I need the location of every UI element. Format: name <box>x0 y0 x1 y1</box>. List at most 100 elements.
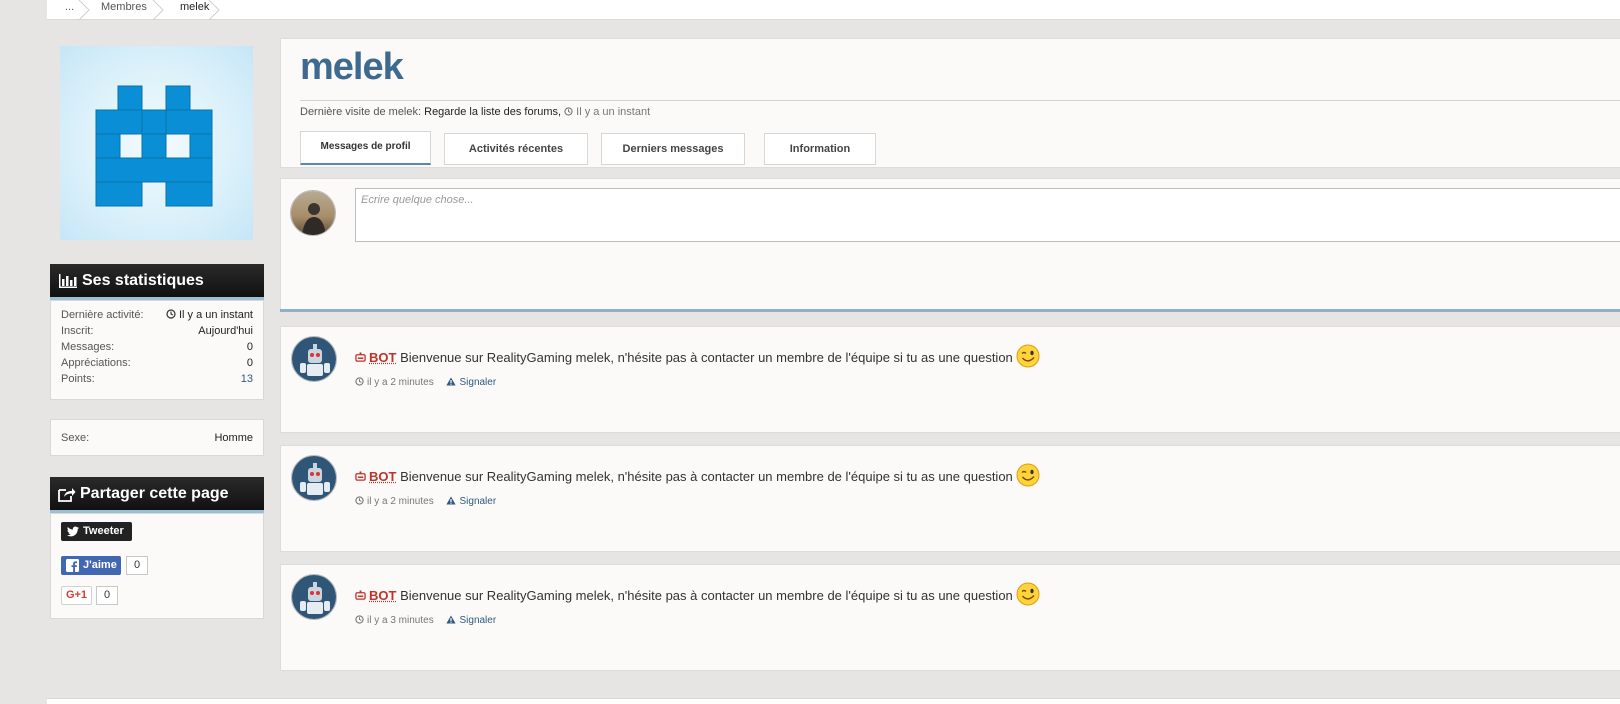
robot-avatar-icon <box>292 337 336 381</box>
twitter-bird-icon <box>67 526 79 537</box>
last-visit-place-link[interactable]: Regarde la liste des forums, <box>424 106 561 118</box>
post-meta: il y a 3 minutes Signaler <box>355 615 496 626</box>
breadcrumb-separator-icon <box>78 0 90 20</box>
stat-value: 0 <box>246 357 253 369</box>
stats-title: Ses statistiques <box>82 272 204 289</box>
last-visit-time: Il y a un instant <box>576 106 651 118</box>
profile-avatar <box>60 46 253 240</box>
stats-header: Ses statistiques <box>50 264 264 300</box>
tab-profile-posts[interactable]: Messages de profil <box>300 131 431 165</box>
post-text: Bienvenue sur RealityGaming melek, n'hés… <box>400 588 1013 603</box>
post-message: BOT Bienvenue sur RealityGaming melek, n… <box>355 582 1040 606</box>
like-label: J'aime <box>83 559 117 571</box>
post-time[interactable]: il y a 2 minutes <box>367 496 434 507</box>
report-label: Signaler <box>459 615 497 626</box>
breadcrumb-current: melek <box>180 1 210 13</box>
robot-icon <box>355 471 366 481</box>
sex-label: Sexe: <box>61 432 90 444</box>
gplus-count: 0 <box>96 586 118 605</box>
like-count: 0 <box>126 556 148 575</box>
breadcrumb-membres[interactable]: Membres <box>91 0 147 19</box>
stat-label: Inscrit: <box>61 325 94 337</box>
like-button[interactable]: J'aime <box>61 556 121 575</box>
bot-avatar <box>291 336 337 382</box>
bot-avatar <box>291 455 337 501</box>
stat-row-points: Points: 13 <box>61 371 253 387</box>
breadcrumb: ... Membres melek <box>47 0 1620 20</box>
post-meta: il y a 2 minutes Signaler <box>355 377 496 388</box>
stat-value: Il y a un instant <box>179 309 253 321</box>
title-divider <box>300 100 1620 101</box>
last-visit: Dernière visite de melek: Regarde la lis… <box>300 106 650 118</box>
breadcrumb-separator-icon <box>152 0 164 20</box>
stat-label: Points: <box>61 373 95 385</box>
warning-icon <box>446 615 457 624</box>
bot-tag[interactable]: BOT <box>369 588 396 603</box>
robot-avatar-icon <box>292 456 336 500</box>
share-icon <box>58 487 76 502</box>
status-input[interactable]: Ecrire quelque chose... <box>355 188 1620 242</box>
warning-icon <box>446 377 457 386</box>
warning-icon <box>446 496 457 505</box>
composer-divider <box>280 309 1620 312</box>
tab-latest-posts[interactable]: Derniers messages <box>601 133 745 165</box>
stat-row-likes: Appréciations: 0 <box>61 355 253 371</box>
clock-icon <box>355 615 364 624</box>
info-block: Sexe: Homme <box>50 419 264 456</box>
post-time[interactable]: il y a 2 minutes <box>367 377 434 388</box>
bot-tag[interactable]: BOT <box>369 469 396 484</box>
gplus-button[interactable]: G+1 <box>61 586 92 605</box>
stat-label: Appréciations: <box>61 357 131 369</box>
wink-smiley-icon <box>1016 582 1040 606</box>
user-photo-icon <box>291 191 335 235</box>
breadcrumb-home[interactable]: ... <box>55 0 74 19</box>
stat-label: Messages: <box>61 341 115 353</box>
points-link[interactable]: 13 <box>241 371 253 387</box>
last-visit-label: Dernière visite de melek: <box>300 106 422 118</box>
robot-icon <box>355 590 366 600</box>
footer-strip <box>47 698 1620 704</box>
stat-row-sex: Sexe: Homme <box>61 430 253 446</box>
robot-avatar-icon <box>292 575 336 619</box>
bot-tag[interactable]: BOT <box>369 350 396 365</box>
facebook-icon <box>66 559 79 572</box>
tab-recent-activity[interactable]: Activités récentes <box>444 133 588 165</box>
tweet-button[interactable]: Tweeter <box>61 522 132 541</box>
share-title: Partager cette page <box>80 485 229 502</box>
share-block: Tweeter J'aime 0 G+1 0 <box>50 513 264 619</box>
post-time[interactable]: il y a 3 minutes <box>367 615 434 626</box>
post-message: BOT Bienvenue sur RealityGaming melek, n… <box>355 463 1040 487</box>
post-text: Bienvenue sur RealityGaming melek, n'hés… <box>400 469 1013 484</box>
robot-icon <box>355 352 366 362</box>
stats-block: Dernière activité: Il y a un instant Ins… <box>50 300 264 400</box>
stat-value: Aujourd'hui <box>198 325 253 337</box>
post-meta: il y a 2 minutes Signaler <box>355 496 496 507</box>
stat-value: 0 <box>246 341 253 353</box>
report-link[interactable]: Signaler <box>446 615 496 626</box>
identicon-icon <box>95 85 213 207</box>
stat-label: Dernière activité: <box>61 309 144 321</box>
post-message: BOT Bienvenue sur RealityGaming melek, n… <box>355 344 1040 368</box>
clock-icon <box>166 309 176 319</box>
clock-icon <box>355 377 364 386</box>
tab-information[interactable]: Information <box>764 133 876 165</box>
wink-smiley-icon <box>1016 463 1040 487</box>
clock-icon <box>355 496 364 505</box>
report-link[interactable]: Signaler <box>446 377 496 388</box>
sex-value: Homme <box>214 432 253 444</box>
post-text: Bienvenue sur RealityGaming melek, n'hés… <box>400 350 1013 365</box>
report-link[interactable]: Signaler <box>446 496 496 507</box>
stat-row-last-activity: Dernière activité: Il y a un instant <box>61 307 253 323</box>
breadcrumb-separator-icon <box>208 0 220 20</box>
report-label: Signaler <box>459 377 497 388</box>
stat-row-messages: Messages: 0 <box>61 339 253 355</box>
clock-icon <box>564 107 573 116</box>
report-label: Signaler <box>459 496 497 507</box>
stat-row-registered: Inscrit: Aujourd'hui <box>61 323 253 339</box>
tweet-label: Tweeter <box>83 525 124 537</box>
wink-smiley-icon <box>1016 344 1040 368</box>
bar-chart-icon <box>59 273 77 288</box>
share-header: Partager cette page <box>50 477 264 513</box>
bot-avatar <box>291 574 337 620</box>
page-title: melek <box>300 46 404 88</box>
